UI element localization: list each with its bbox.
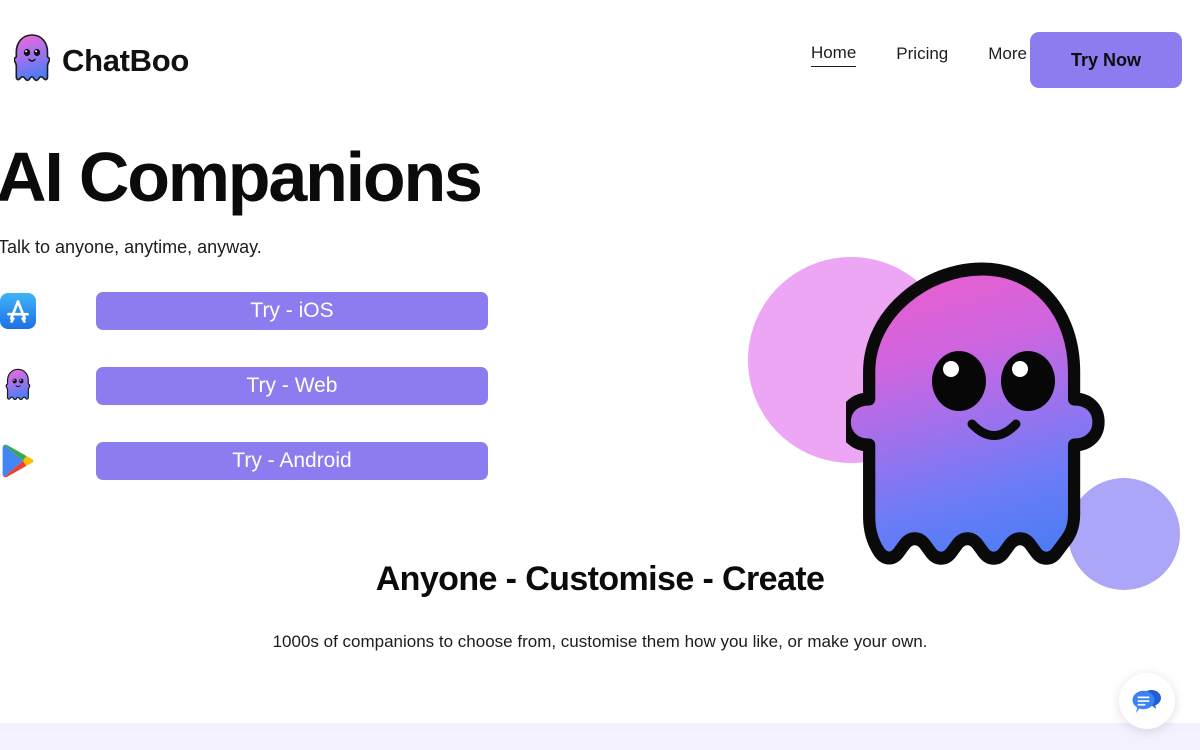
app-store-icon[interactable] (0, 291, 40, 331)
nav-link-pricing[interactable]: Pricing (896, 45, 948, 67)
cta-try-android-button[interactable]: Try - Android (96, 442, 488, 480)
features-section: Anyone - Customise - Create 1000s of com… (0, 560, 1200, 652)
features-title: Anyone - Customise - Create (375, 560, 825, 598)
ghost-mascot-icon (846, 262, 1105, 565)
features-subtitle: 1000s of companions to choose from, cust… (272, 632, 928, 651)
ghost-logo-icon[interactable] (0, 366, 40, 406)
google-play-icon[interactable] (0, 441, 40, 481)
brand-name: ChatBoo (62, 42, 190, 78)
chat-widget-button[interactable] (1119, 673, 1175, 729)
hero-subtitle: Talk to anyone, anytime, anyway. (0, 237, 262, 257)
hero-section: AI Companions Talk to anyone, anytime, a… (0, 120, 1200, 590)
nav-link-more-label: More (988, 43, 1027, 63)
hero-cta-list: Try - iOS Try - Web Try - Android (0, 286, 620, 486)
cta-row-ios: Try - iOS (0, 286, 620, 336)
cta-try-ios-button[interactable]: Try - iOS (96, 292, 488, 330)
cta-row-android: Try - Android (0, 436, 620, 486)
hero-title: AI Companions (0, 138, 483, 216)
main-nav: Home Pricing More (810, 43, 1050, 67)
cta-try-web-button[interactable]: Try - Web (96, 367, 488, 405)
chat-bubbles-icon (1132, 690, 1161, 713)
landing-page: ChatBoo Home Pricing More Try Now AI Com… (0, 0, 1200, 750)
site-header: ChatBoo Home Pricing More Try Now (0, 0, 1200, 120)
hero-content: AI Companions Talk to anyone, anytime, a… (0, 142, 620, 511)
nav-link-home[interactable]: Home (810, 44, 857, 67)
footer-strip (0, 723, 1200, 750)
ghost-logo-icon (14, 34, 50, 82)
cta-row-web: Try - Web (0, 361, 620, 411)
try-now-button[interactable]: Try Now (1030, 32, 1182, 88)
brand-logo-link[interactable]: ChatBoo (14, 33, 189, 87)
